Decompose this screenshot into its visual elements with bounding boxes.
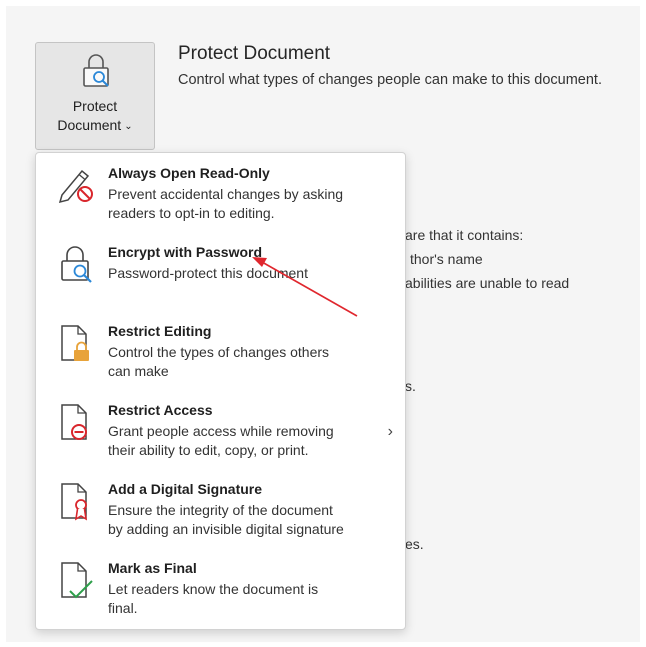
pencil-prohibited-icon [58, 169, 93, 204]
page-subtitle: Control what types of changes people can… [178, 72, 602, 88]
page-title: Protect Document [178, 43, 331, 64]
document-lock-icon [61, 325, 89, 361]
background-text: es. [405, 536, 424, 552]
background-text: are that it contains: [405, 227, 524, 243]
menu-item-restrict-access[interactable]: Restrict Access Grant people access whil… [36, 390, 405, 466]
chevron-right-icon: › [387, 423, 393, 440]
document-checkmark-icon [61, 562, 93, 599]
menu-item-label: Mark as Final [108, 560, 197, 576]
menu-item-encrypt-with-password[interactable]: Encrypt with Password Password-protect t… [36, 232, 405, 308]
menu-item-description: Prevent accidental changes by asking rea… [108, 186, 344, 221]
document-ribbon-icon [61, 483, 88, 521]
menu-item-label: Restrict Access [108, 402, 213, 418]
lock-key-icon [61, 246, 92, 283]
protect-document-menu: Always Open Read-Only Prevent accidental… [35, 152, 406, 630]
menu-item-add-digital-signature[interactable]: Add a Digital Signature Ensure the integ… [36, 469, 405, 545]
background-text: thor's name [410, 251, 483, 267]
protect-document-button[interactable]: Protect Document ⌄ [35, 42, 155, 150]
background-text: s. [405, 378, 416, 394]
chevron-down-icon: ⌄ [124, 121, 133, 132]
background-text: abilities are unable to read [405, 275, 570, 291]
lock-document-icon [83, 54, 109, 87]
document-restrict-icon [61, 404, 87, 440]
menu-item-mark-as-final[interactable]: Mark as Final Let readers know the docum… [36, 548, 405, 624]
menu-item-description: Password-protect this document [108, 265, 308, 281]
menu-item-description: Ensure the integrity of the document by … [108, 502, 344, 537]
menu-item-description: Let readers know the document is final. [108, 581, 319, 616]
menu-item-always-open-read-only[interactable]: Always Open Read-Only Prevent accidental… [36, 153, 405, 229]
menu-item-description: Control the types of changes others can … [108, 344, 330, 379]
menu-item-label: Restrict Editing [108, 323, 212, 339]
protect-document-label: Protect Document ⌄ [36, 97, 154, 136]
menu-item-label: Always Open Read-Only [108, 165, 270, 181]
menu-item-restrict-editing[interactable]: Restrict Editing Control the types of ch… [36, 311, 405, 387]
menu-item-label: Add a Digital Signature [108, 481, 263, 497]
menu-item-label: Encrypt with Password [108, 244, 263, 260]
menu-item-description: Grant people access while removing their… [108, 423, 334, 458]
